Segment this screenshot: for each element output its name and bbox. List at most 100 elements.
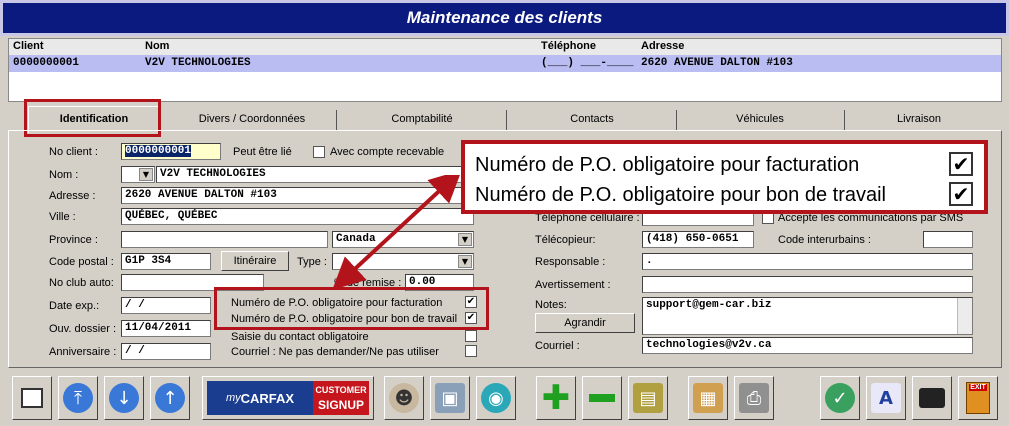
arrow-up-bar-icon: ⤒ xyxy=(63,383,93,413)
no-client-label: No client : xyxy=(49,146,98,158)
exit-door-icon: EXIT xyxy=(966,382,990,414)
notes-scrollbar[interactable] xyxy=(957,298,972,334)
spellcheck-icon: A xyxy=(871,383,901,413)
delete-button[interactable] xyxy=(582,376,622,420)
grid-header: Client Nom Téléphone Adresse xyxy=(9,39,1001,56)
window-title-bar: Maintenance des clients xyxy=(0,0,1009,36)
peut-etre-lie-label: Peut être lié xyxy=(233,146,292,158)
province-label: Province : xyxy=(49,234,98,246)
check-icon: ✓ xyxy=(825,383,855,413)
first-record-button[interactable]: ⤒ xyxy=(58,376,98,420)
courriel-ne-pas-checkbox[interactable] xyxy=(465,345,477,357)
window-title: Maintenance des clients xyxy=(406,8,603,27)
adresse-label: Adresse : xyxy=(49,190,96,202)
ouv-dossier-field[interactable]: 11/04/2011 xyxy=(121,320,211,337)
notes-field[interactable]: support@gem-car.biz xyxy=(642,297,973,335)
no-client-field[interactable]: 0000000001 xyxy=(121,143,221,160)
checklist-button[interactable]: ✓ xyxy=(820,376,860,420)
notes-value: support@gem-car.biz xyxy=(646,299,772,311)
spelling-button[interactable]: A xyxy=(866,376,906,420)
eye-icon: ◉ xyxy=(481,383,511,413)
chevron-down-icon[interactable]: ▼ xyxy=(458,233,472,246)
previous-record-button[interactable]: ↑ xyxy=(150,376,190,420)
carfax-logo: my CARFAX CUSTOMER SIGNUP xyxy=(207,381,369,415)
cell-telephone: (___) ___-____ xyxy=(541,57,634,69)
box-icon: ▦ xyxy=(693,383,723,413)
chevron-down-icon[interactable]: ▼ xyxy=(458,255,472,268)
print-button[interactable]: ⎙ xyxy=(734,376,774,420)
briefcase-icon xyxy=(919,388,945,408)
tab-comptabilite[interactable]: Comptabilité xyxy=(338,110,507,130)
tab-livraison[interactable]: Livraison xyxy=(844,110,994,130)
nom-title-select[interactable]: ▼ xyxy=(121,166,155,183)
courriel-label: Courriel : xyxy=(535,340,580,352)
floppy-disk-icon: ▤ xyxy=(633,383,663,413)
code-interurbains-field[interactable] xyxy=(923,231,973,248)
contact-button[interactable]: ☻ xyxy=(384,376,424,420)
callout-check-icon: ✔ xyxy=(949,152,973,176)
cell-adresse: 2620 AVENUE DALTON #103 xyxy=(641,57,793,69)
cell-nom: V2V TECHNOLOGIES xyxy=(145,57,251,69)
responsable-field[interactable]: . xyxy=(642,253,973,270)
view-button[interactable]: ◉ xyxy=(476,376,516,420)
printer-icon: ⎙ xyxy=(739,383,769,413)
add-button[interactable]: ✚ xyxy=(536,376,576,420)
callout-arrow-icon xyxy=(332,175,460,290)
tab-divers-coordonnees[interactable]: Divers / Coordonnées xyxy=(168,110,337,130)
window-icon xyxy=(21,388,43,408)
chevron-down-icon[interactable]: ▼ xyxy=(139,168,153,181)
telecopieur-field[interactable]: (418) 650-0651 xyxy=(642,231,754,248)
arrow-down-icon: ↓ xyxy=(109,383,139,413)
clients-grid[interactable]: Client Nom Téléphone Adresse 0000000001 … xyxy=(8,38,1002,102)
tab-vehicules[interactable]: Véhicules xyxy=(676,110,845,130)
no-client-value: 0000000001 xyxy=(125,145,192,157)
responsable-label: Responsable : xyxy=(535,256,606,268)
tab-contacts[interactable]: Contacts xyxy=(508,110,677,130)
plus-icon: ✚ xyxy=(541,378,571,418)
anniversaire-label: Anniversaire : xyxy=(49,346,117,358)
avec-compte-label: Avec compte recevable xyxy=(330,146,445,158)
carfax-signup-button[interactable]: my CARFAX CUSTOMER SIGNUP xyxy=(202,376,374,420)
package-button[interactable]: ▦ xyxy=(688,376,728,420)
cell-client: 0000000001 xyxy=(13,57,80,69)
col-header-adresse[interactable]: Adresse xyxy=(641,40,684,52)
exit-button[interactable]: EXIT xyxy=(958,376,998,420)
type-label: Type : xyxy=(297,256,327,268)
po-highlight-box xyxy=(214,287,489,330)
bottom-toolbar: ⤒ ↓ ↑ my CARFAX CUSTOMER SIGNUP ☻ ▣ ◉ ✚ … xyxy=(8,372,1002,424)
courriel-field[interactable]: technologies@v2v.ca xyxy=(642,337,973,354)
col-header-client[interactable]: Client xyxy=(13,40,44,52)
itineraire-button[interactable]: Itinéraire xyxy=(221,251,289,271)
saisie-contact-label: Saisie du contact obligatoire xyxy=(231,331,369,343)
telecopieur-label: Télécopieur: xyxy=(535,234,596,246)
next-record-button[interactable]: ↓ xyxy=(104,376,144,420)
anniversaire-field[interactable]: / / xyxy=(121,343,211,360)
callout-po-bon-travail: Numéro de P.O. obligatoire pour bon de t… xyxy=(475,184,886,206)
save-button[interactable]: ▤ xyxy=(628,376,668,420)
callout-check-icon: ✔ xyxy=(949,182,973,206)
table-row[interactable]: 0000000001 V2V TECHNOLOGIES (___) ___-__… xyxy=(9,55,1001,72)
computer-button[interactable]: ▣ xyxy=(430,376,470,420)
person-icon: ☻ xyxy=(389,383,419,413)
col-header-telephone[interactable]: Téléphone xyxy=(541,40,596,52)
po-callout: Numéro de P.O. obligatoire pour facturat… xyxy=(461,140,988,214)
agrandir-button[interactable]: Agrandir xyxy=(535,313,635,333)
monitor-icon: ▣ xyxy=(435,383,465,413)
col-header-nom[interactable]: Nom xyxy=(145,40,169,52)
avertissement-field[interactable] xyxy=(642,276,973,293)
saisie-contact-checkbox[interactable] xyxy=(465,330,477,342)
no-club-label: No club auto: xyxy=(49,277,114,289)
ville-label: Ville : xyxy=(49,211,76,223)
minus-icon xyxy=(589,394,615,402)
date-exp-field[interactable]: / / xyxy=(121,297,211,314)
code-postal-label: Code postal : xyxy=(49,256,114,268)
new-window-button[interactable] xyxy=(12,376,52,420)
code-postal-field[interactable]: G1P 3S4 xyxy=(121,253,211,270)
briefcase-button[interactable] xyxy=(912,376,952,420)
nom-label: Nom : xyxy=(49,169,79,181)
arrow-up-icon: ↑ xyxy=(155,383,185,413)
province-field[interactable] xyxy=(121,231,328,248)
avertissement-label: Avertissement : xyxy=(535,279,611,291)
courriel-ne-pas-label: Courriel : Ne pas demander/Ne pas utilis… xyxy=(231,346,439,358)
avec-compte-checkbox[interactable] xyxy=(313,146,325,158)
